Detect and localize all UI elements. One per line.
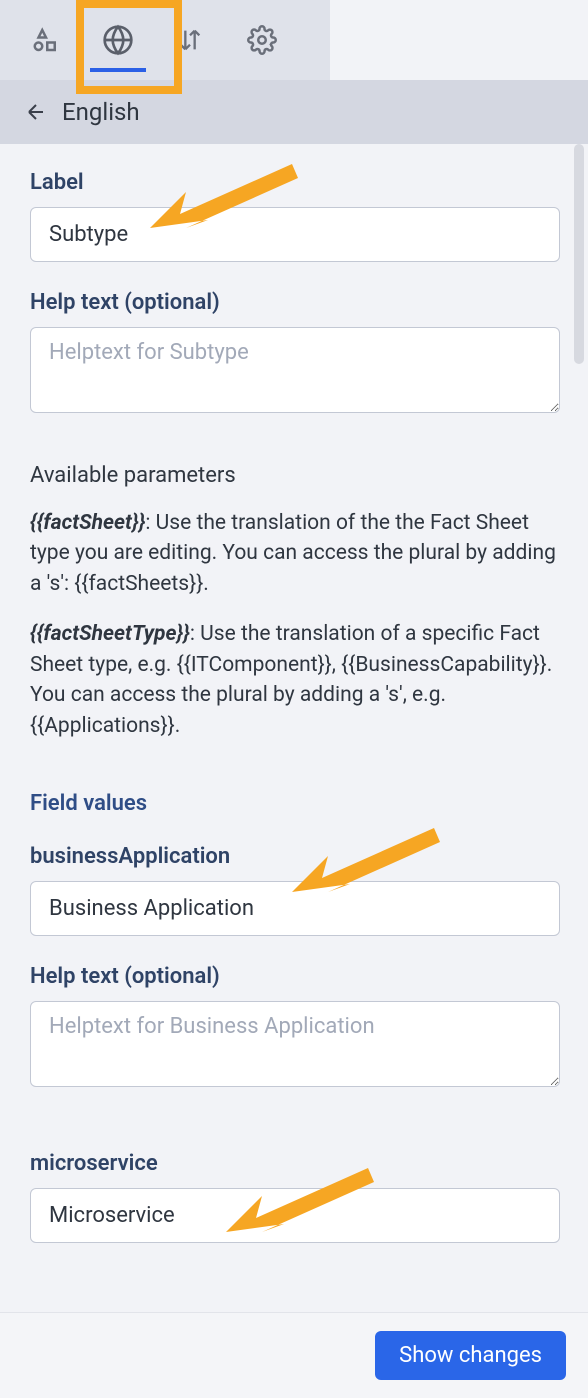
footer-bar: Show changes: [0, 1312, 588, 1398]
tab-language[interactable]: [84, 4, 152, 76]
breadcrumb: English: [0, 80, 588, 144]
breadcrumb-language: English: [62, 98, 140, 126]
fv-businessapplication-helptext-input[interactable]: [30, 1001, 560, 1087]
param-factsheet-description: {{factSheet}}: Use the translation of th…: [30, 508, 560, 599]
label-heading: Label: [30, 170, 560, 195]
fv-businessapplication-helptext-heading: Help text (optional): [30, 964, 560, 989]
show-changes-button[interactable]: Show changes: [375, 1331, 566, 1380]
tab-active-indicator: [90, 68, 146, 72]
available-params-heading: Available parameters: [30, 463, 560, 488]
tab-settings[interactable]: [228, 4, 296, 76]
form-area: Label Help text (optional) Available par…: [0, 144, 588, 1243]
param-factsheettype-description: {{factSheetType}}: Use the translation o…: [30, 619, 560, 741]
gear-icon: [247, 25, 277, 55]
helptext-heading: Help text (optional): [30, 290, 560, 315]
sort-icon: [176, 26, 204, 54]
field-values-heading: Field values: [30, 791, 560, 816]
tab-structure[interactable]: [12, 4, 80, 76]
globe-icon: [102, 24, 134, 56]
structure-icon: [31, 25, 61, 55]
label-input[interactable]: [30, 207, 560, 262]
fv-microservice-key: microservice: [30, 1151, 560, 1176]
back-arrow-icon[interactable]: [24, 100, 48, 124]
fv-businessapplication-input[interactable]: [30, 881, 560, 936]
tab-sort[interactable]: [156, 4, 224, 76]
tab-bar: [0, 0, 330, 80]
helptext-input[interactable]: [30, 327, 560, 413]
fv-businessapplication-key: businessApplication: [30, 844, 560, 869]
fv-microservice-input[interactable]: [30, 1188, 560, 1243]
scrollbar-indicator[interactable]: [574, 144, 584, 364]
